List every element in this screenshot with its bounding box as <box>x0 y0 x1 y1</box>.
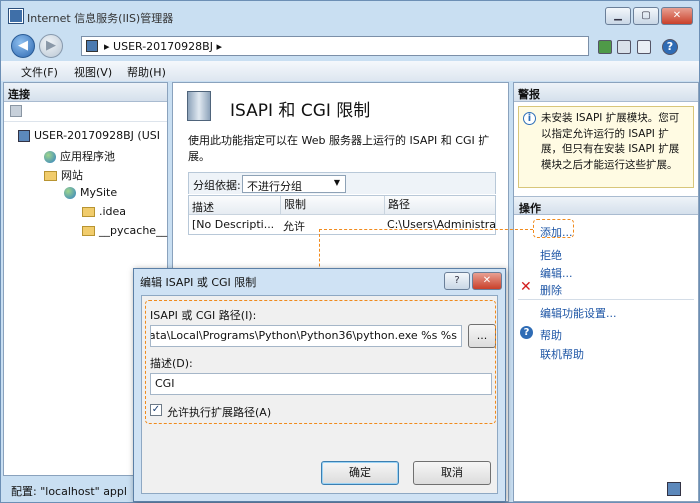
forward-button[interactable]: ▶ <box>39 34 63 58</box>
home-icon[interactable] <box>637 40 651 54</box>
row-limit: 允许 <box>283 220 305 233</box>
alerts-header: 警报 <box>514 83 698 102</box>
stop-icon[interactable] <box>617 40 631 54</box>
action-edit-feature-settings[interactable]: 编辑功能设置... <box>540 305 617 321</box>
feature-description: 使用此功能指定可以在 Web 服务器上运行的 ISAPI 和 CGI 扩展。 <box>188 134 490 163</box>
alert-box: i 未安装 ISAPI 扩展模块。您可以指定允许运行的 ISAPI 扩展，但只有… <box>518 106 694 188</box>
connect-icon[interactable] <box>10 105 22 117</box>
app-pool-icon <box>44 151 56 163</box>
chevron-down-icon: ▼ <box>333 178 340 187</box>
tree-app-pools[interactable]: 应用程序池 <box>44 148 115 164</box>
tree-label: MySite <box>80 186 118 199</box>
delete-icon: ✕ <box>520 279 532 295</box>
title-bar: Internet 信息服务(IIS)管理器 ▁ ▢ ✕ <box>1 1 699 31</box>
actions-pane: 警报 i 未安装 ISAPI 扩展模块。您可以指定允许运行的 ISAPI 扩展，… <box>513 82 699 502</box>
connections-header: 连接 <box>4 83 167 102</box>
group-select[interactable]: 不进行分组 ▼ <box>242 175 346 193</box>
status-text: 配置: "localhost" appl <box>11 485 127 498</box>
address-separator: ▸ <box>104 40 110 53</box>
iis-app-icon <box>9 9 23 23</box>
folder-icon <box>82 226 95 236</box>
tree-sites[interactable]: 网站 <box>44 167 83 183</box>
actions-header: 操作 <box>514 196 698 215</box>
group-label: 分组依据: <box>193 179 241 192</box>
address-field[interactable]: ▸ USER-20170928BJ ▸ <box>81 36 589 56</box>
col-limit[interactable]: 限制 <box>280 196 306 214</box>
back-button[interactable]: ◀ <box>11 34 35 58</box>
tree-label: USER-20170928BJ (USI <box>34 129 160 142</box>
group-select-value: 不进行分组 <box>247 180 302 193</box>
separator <box>518 299 694 300</box>
menu-file[interactable]: 文件(F) <box>21 64 58 80</box>
edit-restriction-dialog: 编辑 ISAPI 或 CGI 限制 ? ✕ ISAPI 或 CGI 路径(I):… <box>133 268 506 502</box>
col-path[interactable]: 路径 <box>384 196 410 214</box>
connections-toolbar <box>4 102 167 122</box>
tree-label: __pycache__ <box>99 224 168 237</box>
highlight-add-action <box>533 219 574 238</box>
maximize-button[interactable]: ▢ <box>633 7 659 25</box>
refresh-icon[interactable] <box>598 40 612 54</box>
menu-bar: 文件(F) 视图(V) 帮助(H) <box>1 61 699 81</box>
table-row[interactable]: [No Descripti... 允许 C:\Users\Administrat <box>189 215 495 234</box>
server-feature-icon <box>187 91 211 121</box>
dialog-help-button[interactable]: ? <box>444 272 470 290</box>
action-delete[interactable]: 删除 <box>540 282 562 298</box>
menu-help[interactable]: 帮助(H) <box>127 64 166 80</box>
window-title: Internet 信息服务(IIS)管理器 <box>27 12 174 25</box>
dialog-title: 编辑 ISAPI 或 CGI 限制 <box>140 276 257 289</box>
tree-pycache[interactable]: __pycache__ <box>82 224 167 237</box>
status-icon <box>667 482 681 496</box>
help-icon[interactable]: ? <box>662 39 678 55</box>
address-bar: ◀ ▶ ▸ USER-20170928BJ ▸ ? <box>1 31 699 61</box>
globe-icon <box>64 187 76 199</box>
minimize-button[interactable]: ▁ <box>605 7 631 25</box>
connector-line <box>319 229 533 230</box>
menu-view[interactable]: 视图(V) <box>74 64 112 80</box>
page-title: ISAPI 和 CGI 限制 <box>230 101 371 121</box>
table-header: 描述 限制 路径 <box>189 196 495 215</box>
address-path[interactable]: USER-20170928BJ <box>113 40 213 53</box>
col-desc[interactable]: 描述 <box>192 199 214 215</box>
action-deny[interactable]: 拒绝 <box>540 247 562 263</box>
cancel-button[interactable]: 取消 <box>413 461 491 485</box>
action-edit[interactable]: 编辑... <box>540 265 573 281</box>
highlight-dialog-fields <box>145 300 496 424</box>
tree-label: .idea <box>99 205 127 218</box>
address-separator-end[interactable]: ▸ <box>216 40 222 53</box>
info-icon: i <box>523 112 536 125</box>
close-button[interactable]: ✕ <box>661 7 693 25</box>
tree-server[interactable]: USER-20170928BJ (USI <box>18 129 160 142</box>
tree-label: 应用程序池 <box>60 150 115 163</box>
group-bar: 分组依据: 不进行分组 ▼ <box>188 172 496 194</box>
folder-icon <box>82 207 95 217</box>
action-online-help[interactable]: 联机帮助 <box>540 346 584 362</box>
row-desc: [No Descripti... <box>192 218 275 231</box>
alert-text: 未安装 ISAPI 扩展模块。您可以指定允许运行的 ISAPI 扩展，但只有在安… <box>541 112 680 171</box>
server-icon <box>86 40 98 52</box>
tree-idea[interactable]: .idea <box>82 205 126 218</box>
tree-label: 网站 <box>61 169 83 182</box>
action-help[interactable]: 帮助 <box>540 327 562 343</box>
dialog-close-button[interactable]: ✕ <box>472 272 502 290</box>
sites-folder-icon <box>44 171 57 181</box>
tree-mysite[interactable]: MySite <box>64 186 117 199</box>
help-icon: ? <box>520 326 533 339</box>
server-icon <box>18 130 30 142</box>
ok-button[interactable]: 确定 <box>321 461 399 485</box>
